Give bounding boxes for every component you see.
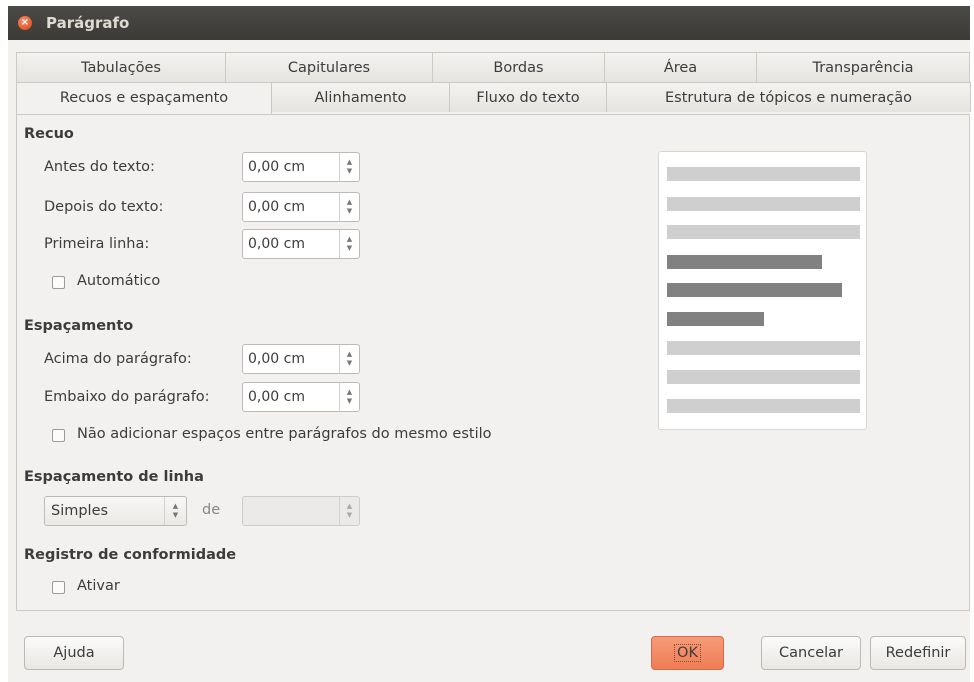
de-spinbox: ▲ ▼ — [242, 496, 360, 526]
depois-do-texto-spinbox[interactable]: ▲▼ — [242, 192, 360, 222]
preview-line — [667, 399, 860, 413]
embaixo-do-paragrafo-input[interactable] — [243, 383, 339, 411]
tab-tabulacoes[interactable]: Tabulações — [16, 52, 226, 82]
spin-arrows-icon[interactable]: ▲ ▼ — [339, 153, 359, 181]
de-input — [243, 497, 339, 525]
espacamento-de-linha-value: Simples — [51, 503, 109, 519]
primeira-linha-input[interactable] — [243, 230, 339, 258]
tab-fluxo-do-texto[interactable]: Fluxo do texto — [449, 82, 607, 112]
acima-do-paragrafo-input[interactable] — [243, 345, 339, 373]
spin-arrows-icon[interactable]: ▲ ▼ — [339, 345, 359, 373]
acima-do-paragrafo-label: Acima do parágrafo: — [44, 351, 192, 367]
espacamento-de-linha-heading: Espaçamento de linha — [24, 469, 204, 485]
nao-adicionar-espacos-checkbox[interactable] — [52, 429, 65, 442]
close-icon[interactable]: × — [18, 16, 32, 30]
embaixo-do-paragrafo-label: Embaixo do parágrafo: — [44, 389, 210, 405]
antes-do-texto-label: Antes do texto: — [44, 159, 155, 175]
select-arrows-icon[interactable]: ▲ ▼ — [164, 497, 186, 525]
depois-do-texto-input[interactable] — [243, 193, 339, 221]
de-label: de — [202, 502, 221, 518]
paragraph-preview — [658, 151, 867, 430]
preview-line — [667, 370, 860, 384]
antes-do-texto-input[interactable] — [243, 153, 339, 181]
preview-line-current — [667, 283, 842, 297]
preview-line-current — [667, 312, 764, 326]
acima-do-paragrafo-spinbox[interactable]: ▲▼ — [242, 344, 360, 374]
espacamento-heading: Espaçamento — [24, 318, 134, 334]
ok-button[interactable]: OK — [651, 636, 724, 670]
automatico-label: Automático — [77, 273, 161, 289]
tab-estrutura-de-topicos[interactable]: Estrutura de tópicos e numeração — [606, 82, 971, 112]
tab-capitulares[interactable]: Capitulares — [225, 52, 433, 82]
ativar-checkbox[interactable] — [52, 581, 65, 594]
paragraph-dialog: × Parágrafo Tabulações Capitulares Borda… — [8, 6, 971, 682]
espacamento-de-linha-select[interactable]: Simples ▲ ▼ — [44, 496, 187, 526]
title-bar: × Parágrafo — [8, 6, 970, 40]
preview-line — [667, 197, 860, 211]
spin-arrows-icon[interactable]: ▲ ▼ — [339, 230, 359, 258]
preview-line — [667, 167, 860, 181]
recuo-heading: Recuo — [24, 126, 74, 142]
registro-heading: Registro de conformidade — [24, 547, 237, 563]
primeira-linha-spinbox[interactable]: ▲▼ — [242, 229, 360, 259]
tab-row-2: Recuos e espaçamento Alinhamento Fluxo d… — [16, 82, 971, 114]
embaixo-do-paragrafo-spinbox[interactable]: ▲▼ — [242, 382, 360, 412]
primeira-linha-label: Primeira linha: — [44, 236, 150, 252]
cancelar-button[interactable]: Cancelar — [761, 636, 861, 670]
ativar-label: Ativar — [77, 578, 120, 594]
spin-arrows-icon: ▲ ▼ — [339, 497, 359, 525]
tab-alinhamento[interactable]: Alinhamento — [271, 82, 450, 112]
ajuda-button[interactable]: Ajuda — [24, 636, 124, 670]
nao-adicionar-espacos-label: Não adicionar espaços entre parágrafos d… — [77, 426, 492, 442]
preview-line-current — [667, 255, 822, 269]
tab-area[interactable]: Área — [604, 52, 757, 82]
preview-line — [667, 225, 860, 239]
preview-line — [667, 341, 860, 355]
tab-row-1: Tabulações Capitulares Bordas Área Trans… — [16, 52, 970, 82]
automatico-checkbox[interactable] — [52, 276, 65, 289]
ok-button-label: OK — [674, 644, 701, 662]
depois-do-texto-label: Depois do texto: — [44, 199, 164, 215]
antes-do-texto-spinbox[interactable]: ▲▼ — [242, 152, 360, 182]
tab-transparencia[interactable]: Transparência — [756, 52, 970, 82]
tab-recuos-e-espacamento[interactable]: Recuos e espaçamento — [16, 82, 272, 114]
spin-arrows-icon[interactable]: ▲ ▼ — [339, 193, 359, 221]
tab-bordas[interactable]: Bordas — [432, 52, 605, 82]
window-title: Parágrafo — [46, 14, 130, 32]
spin-arrows-icon[interactable]: ▲ ▼ — [339, 383, 359, 411]
redefinir-button[interactable]: Redefinir — [870, 636, 966, 670]
